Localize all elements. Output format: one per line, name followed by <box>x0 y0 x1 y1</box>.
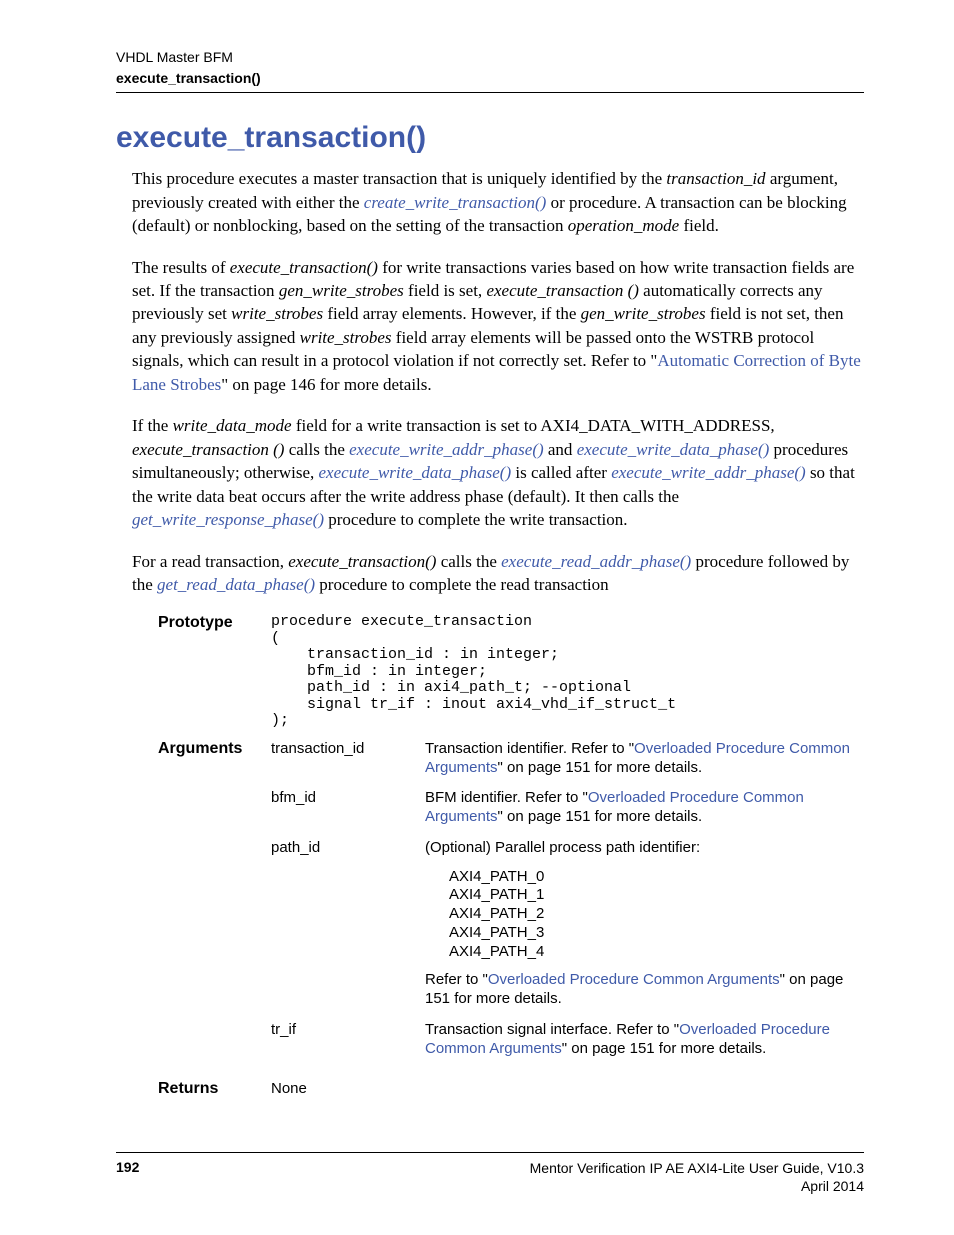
link-exec-write-addr[interactable]: execute_write_addr_phase() <box>349 440 544 459</box>
link-exec-write-addr-2[interactable]: execute_write_addr_phase() <box>611 463 806 482</box>
link-overloaded-3[interactable]: Overloaded Procedure Common Arguments <box>488 971 780 988</box>
paragraph-3: If the write_data_mode field for a write… <box>132 414 864 531</box>
footer-guide: Mentor Verification IP AE AXI4-Lite User… <box>530 1159 864 1177</box>
arguments-row: Arguments transaction_id Transaction ide… <box>158 740 864 1071</box>
page-title: execute_transaction() <box>116 121 864 155</box>
paragraph-1: This procedure executes a master transac… <box>132 167 864 237</box>
link-get-write-response[interactable]: get_write_response_phase() <box>132 510 324 529</box>
footer-date: April 2014 <box>530 1177 864 1195</box>
paragraph-4: For a read transaction, execute_transact… <box>132 550 864 597</box>
arg-path-id: path_id (Optional) Parallel process path… <box>271 839 864 1009</box>
header-rule <box>116 92 864 93</box>
arg-transaction-id: transaction_id Transaction identifier. R… <box>271 740 864 778</box>
footer: 192 Mentor Verification IP AE AXI4-Lite … <box>116 1152 864 1195</box>
prototype-label: Prototype <box>158 614 271 632</box>
link-exec-read-addr[interactable]: execute_read_addr_phase() <box>501 552 691 571</box>
page-number: 192 <box>116 1159 139 1195</box>
arg-tr-if: tr_if Transaction signal interface. Refe… <box>271 1021 864 1059</box>
arguments-label: Arguments <box>158 740 271 758</box>
prototype-code: procedure execute_transaction ( transact… <box>271 614 864 730</box>
returns-row: Returns None <box>158 1080 864 1098</box>
prototype-row: Prototype procedure execute_transaction … <box>158 614 864 730</box>
paragraph-2: The results of execute_transaction() for… <box>132 256 864 397</box>
link-exec-write-data[interactable]: execute_write_data_phase() <box>577 440 770 459</box>
path-list: AXI4_PATH_0 AXI4_PATH_1 AXI4_PATH_2 AXI4… <box>449 868 864 962</box>
returns-value: None <box>271 1080 425 1097</box>
arg-bfm-id: bfm_id BFM identifier. Refer to "Overloa… <box>271 789 864 827</box>
header-chapter: VHDL Master BFM <box>116 48 864 66</box>
header-section: execute_transaction() <box>116 70 864 86</box>
returns-label: Returns <box>158 1080 271 1098</box>
link-create-write-transaction[interactable]: create_write_transaction() <box>364 193 547 212</box>
link-get-read-data[interactable]: get_read_data_phase() <box>157 575 315 594</box>
link-exec-write-data-2[interactable]: execute_write_data_phase() <box>319 463 512 482</box>
footer-rule <box>116 1152 864 1153</box>
